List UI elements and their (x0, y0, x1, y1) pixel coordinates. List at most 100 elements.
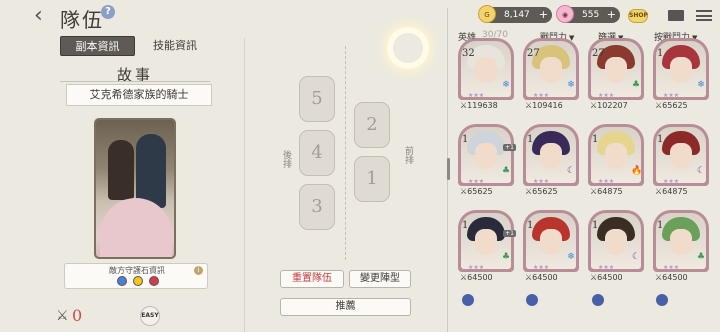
hero-card[interactable]: 1 ❄ ★★★ ⚔65625 (653, 38, 709, 112)
star-rating: ★★★ (598, 92, 615, 99)
element-icon: ♣ (696, 252, 706, 262)
star-rating: ★★★ (533, 178, 550, 185)
back-button[interactable]: ‹ (34, 5, 56, 28)
mail-icon[interactable] (668, 10, 684, 21)
hero-level: 1 (657, 134, 664, 145)
front-row-label: 前排 (403, 146, 413, 164)
hero-power: ⚔65625 (655, 101, 688, 110)
star-rating: ★★★ (468, 178, 485, 185)
hero-level: 1 (462, 220, 469, 231)
hero-face (540, 57, 562, 83)
element-icon: ❄ (697, 80, 705, 90)
hero-card[interactable]: 32 ❄ ★★★ ⚔119638 (458, 38, 514, 112)
star-rating: ★★★ (663, 178, 680, 185)
hero-face (670, 229, 692, 255)
character-figure (108, 140, 134, 200)
element-icon: 🔥 (631, 166, 643, 176)
enemy-guardian-stone-info[interactable]: 敵方守護石資訊 i (64, 263, 208, 289)
element-icon: ♣ (631, 80, 641, 90)
hero-face (670, 57, 692, 83)
hero-card[interactable]: 1 ❄ ★★★ ⚔64500 (523, 210, 579, 284)
hero-face (605, 57, 627, 83)
formation-slot-2[interactable]: 2 (354, 102, 390, 148)
hero-face (605, 143, 627, 169)
death-count: 0 (72, 306, 83, 325)
hero-card[interactable]: 1 ☾ ★★★ ⚔65625 (523, 124, 579, 198)
hero-face (475, 57, 497, 83)
formation-slot-5[interactable]: 5 (299, 76, 335, 122)
tab-skill-info[interactable]: 技能資訊 (140, 36, 210, 56)
element-icon: ♣ (501, 166, 511, 176)
help-icon[interactable]: ? (101, 5, 115, 19)
hero-card[interactable]: 27 ♣ ★★★ ⚔102207 (588, 38, 644, 112)
gem-amount: 555 (582, 10, 600, 20)
hero-power: ⚔64875 (655, 187, 688, 196)
hero-power: ⚔64875 (590, 187, 623, 196)
difficulty-badge: EASY (140, 306, 160, 326)
hero-level: 1 (592, 220, 599, 231)
formation-slot-3[interactable]: 3 (299, 184, 335, 230)
gem-currency[interactable]: ◉ 555 + (556, 5, 620, 23)
hero-power: ⚔102207 (590, 101, 628, 110)
hero-card[interactable]: 27 ❄ ★★★ ⚔109416 (523, 38, 579, 112)
hero-face (540, 143, 562, 169)
hero-card[interactable]: 1 ♣ ★★★ ⚔64500 (653, 210, 709, 284)
star-rating: ★★★ (468, 92, 485, 99)
hero-level: 32 (462, 48, 475, 59)
gold-amount: 8,147 (504, 10, 530, 20)
tab-dungeon-info[interactable]: 副本資訊 (60, 36, 135, 56)
star-rating: ★★★ (598, 264, 615, 271)
scrollbar[interactable] (447, 158, 450, 180)
shop-icon[interactable]: SHOP (628, 9, 648, 23)
element-icon: ☾ (566, 166, 576, 176)
hero-level: 27 (527, 48, 540, 59)
element-icon: ❄ (567, 80, 575, 90)
element-icon: ☾ (631, 252, 641, 262)
hero-level: 1 (657, 220, 664, 231)
add-gem-icon[interactable]: + (607, 7, 616, 23)
reset-team-button[interactable]: 重置隊伍 (280, 270, 344, 288)
hero-face (475, 229, 497, 255)
hero-power: ⚔64500 (525, 273, 558, 282)
hero-power: ⚔119638 (460, 101, 498, 110)
class-icon (656, 294, 668, 306)
page-title: 隊伍 (60, 8, 104, 32)
hero-level: 1 (462, 134, 469, 145)
hero-power: ⚔109416 (525, 101, 563, 110)
formation-slot-4[interactable]: 4 (299, 130, 335, 176)
element-icon: ❄ (567, 252, 575, 262)
stage-name: 艾克希德家族的騎士 (66, 84, 212, 106)
hero-power: ⚔64500 (460, 273, 493, 282)
gold-coin-icon: G (478, 5, 496, 23)
divider (60, 81, 210, 82)
blue-gem-icon (117, 276, 127, 286)
info-icon[interactable]: i (194, 266, 203, 275)
hero-level: 1 (527, 220, 534, 231)
info-tabs: 副本資訊 技能資訊 (60, 36, 210, 56)
character-figure (136, 134, 166, 208)
divider (345, 46, 346, 260)
recommend-button[interactable]: 推薦 (280, 298, 411, 316)
change-formation-button[interactable]: 變更陣型 (349, 270, 411, 288)
star-rating: ★★★ (663, 264, 680, 271)
star-rating: ★★★ (598, 178, 615, 185)
hero-level: 1 (657, 48, 664, 59)
gold-currency[interactable]: G 8,147 + (478, 5, 552, 23)
hero-card[interactable]: 1 ♣ ★★★ ⚔65625 +1 (458, 124, 516, 198)
crossed-swords-icon: ⚔ (56, 308, 69, 324)
upgrade-badge: +1 (503, 230, 516, 237)
hero-power: ⚔64500 (590, 273, 623, 282)
formation-slot-1[interactable]: 1 (354, 156, 390, 202)
hero-level: 1 (592, 134, 599, 145)
hero-face (605, 229, 627, 255)
add-gold-icon[interactable]: + (539, 7, 548, 23)
hero-face (475, 143, 497, 169)
menu-icon[interactable] (696, 10, 712, 21)
red-gem-icon (149, 276, 159, 286)
element-icon: ♣ (501, 252, 511, 262)
hero-card[interactable]: 1 ☾ ★★★ ⚔64875 (653, 124, 709, 198)
hero-card[interactable]: 1 ♣ ★★★ ⚔64500 +1 (458, 210, 516, 284)
guardian-label: 敵方守護石資訊 (109, 266, 165, 275)
hero-card[interactable]: 1 ☾ ★★★ ⚔64500 (588, 210, 644, 284)
hero-card[interactable]: 1 🔥 ★★★ ⚔64875 (588, 124, 644, 198)
